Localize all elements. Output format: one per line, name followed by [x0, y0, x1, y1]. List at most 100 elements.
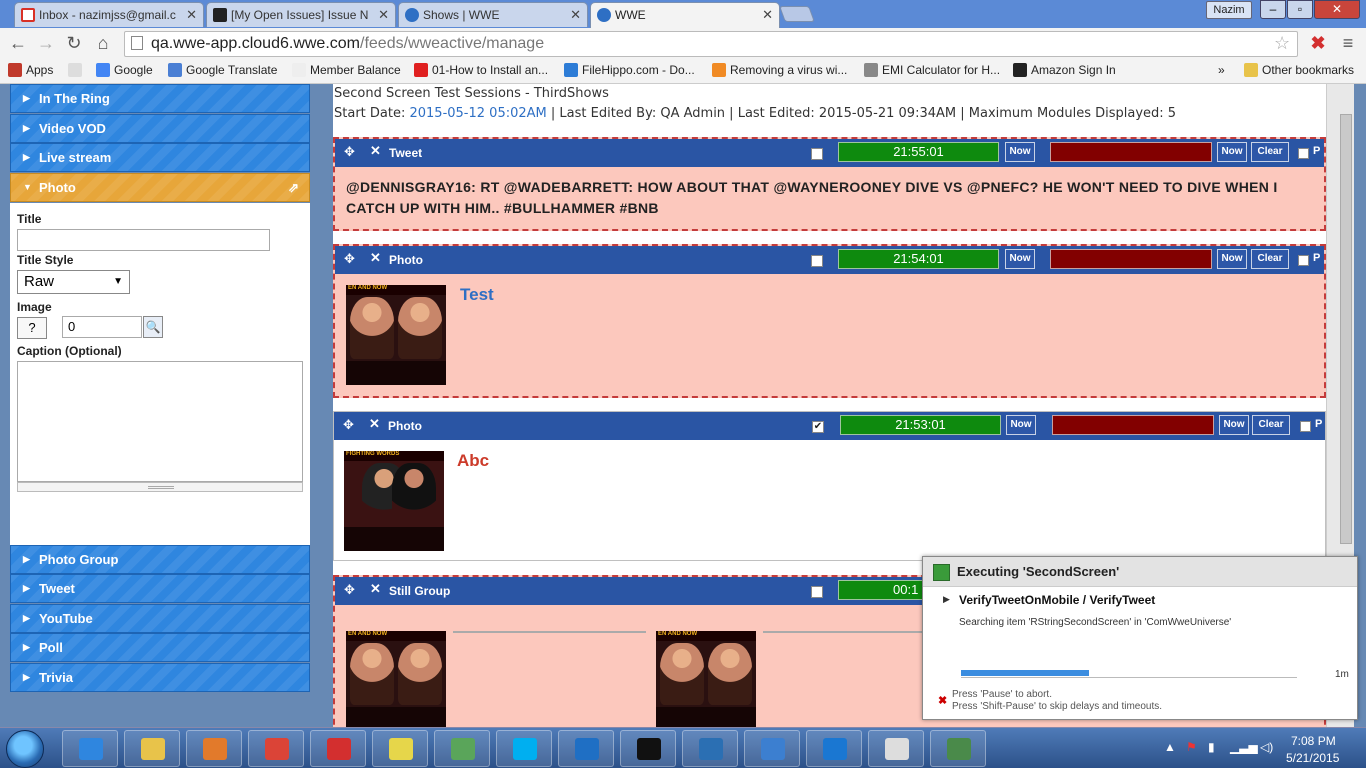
window-close-button[interactable]: ✕ — [1314, 0, 1360, 19]
move-icon[interactable]: ✥ — [344, 582, 355, 598]
home-icon[interactable]: ⌂ — [91, 32, 115, 56]
sidebar-item-poll[interactable]: ▶ Poll — [10, 633, 310, 662]
bookmark-virus[interactable]: Removing a virus wi... — [712, 63, 847, 77]
start-button[interactable] — [6, 730, 44, 768]
reload-icon[interactable]: ↻ — [62, 32, 86, 56]
p-checkbox[interactable] — [1300, 421, 1311, 432]
close-icon[interactable]: ✕ — [186, 7, 197, 23]
bookmark-emi[interactable]: EMI Calculator for H... — [864, 63, 1000, 77]
sidebar-item-youtube[interactable]: ▶ YouTube — [10, 604, 310, 633]
end-now-button[interactable]: Now — [1217, 249, 1247, 269]
back-icon[interactable]: ← — [6, 32, 30, 56]
taskbar-app-tool[interactable] — [310, 730, 366, 767]
taskbar-app-device[interactable] — [744, 730, 800, 767]
caption-textarea[interactable] — [17, 361, 303, 482]
remove-icon[interactable]: ✕ — [370, 143, 381, 159]
tab-shows[interactable]: Shows | WWE ✕ — [398, 2, 588, 27]
sidebar-item-tweet[interactable]: ▶ Tweet — [10, 574, 310, 603]
bookmark-youtube[interactable]: 01-How to Install an... — [414, 63, 548, 77]
resize-handle[interactable] — [17, 482, 303, 492]
bookmark-amazon[interactable]: Amazon Sign In — [1013, 63, 1116, 77]
taskbar-app-explorer[interactable] — [124, 730, 180, 767]
taskbar-app-cmd[interactable] — [620, 730, 676, 767]
taskbar-app-skype[interactable] — [496, 730, 552, 767]
tab-gmail[interactable]: Inbox - nazimjss@gmail.c ✕ — [14, 2, 204, 27]
taskbar-app-media[interactable] — [186, 730, 242, 767]
image-help-button[interactable]: ? — [17, 317, 47, 339]
move-icon[interactable]: ✥ — [344, 251, 355, 267]
module-checkbox[interactable] — [811, 586, 823, 598]
title-style-select[interactable]: Raw ▼ — [17, 270, 130, 294]
taskbar-app-ie[interactable] — [62, 730, 118, 767]
start-now-button[interactable]: Now — [1005, 249, 1035, 269]
module-checkbox[interactable] — [811, 148, 823, 160]
clock-date[interactable]: 5/21/2015 — [1286, 751, 1339, 765]
address-bar[interactable]: qa.wwe-app.cloud6.wwe.com/feeds/wweactiv… — [124, 31, 1298, 57]
minimize-button[interactable]: – — [1260, 0, 1286, 19]
flag-icon[interactable]: ⚑ — [1186, 740, 1197, 754]
sidebar-item-photo[interactable]: ▼ Photo ⇗ — [10, 173, 310, 202]
tray-expand-icon[interactable]: ▲ — [1164, 740, 1176, 754]
sidebar-item-photo-group[interactable]: ▶ Photo Group — [10, 545, 310, 574]
clear-button[interactable]: Clear — [1251, 142, 1289, 162]
start-now-button[interactable]: Now — [1006, 415, 1036, 435]
start-time-field[interactable]: 21:53:01 — [840, 415, 1001, 435]
taskbar-app-notes[interactable] — [372, 730, 428, 767]
user-profile-button[interactable]: Nazim — [1206, 1, 1252, 19]
menu-icon[interactable]: ≡ — [1336, 32, 1360, 56]
sidebar-item-video-vod[interactable]: ▶ Video VOD — [10, 114, 310, 143]
scrollbar-thumb[interactable] — [1340, 114, 1352, 544]
remove-icon[interactable]: ✕ — [370, 581, 381, 597]
bookmark-blank[interactable] — [68, 63, 86, 77]
move-icon[interactable]: ✥ — [343, 417, 354, 433]
clock-time[interactable]: 7:08 PM — [1291, 734, 1336, 748]
sidebar-item-trivia[interactable]: ▶ Trivia — [10, 663, 310, 692]
taskbar-app-outlook[interactable] — [558, 730, 614, 767]
p-checkbox[interactable] — [1298, 255, 1309, 266]
photo-thumbnail[interactable]: EN AND NOW — [656, 631, 756, 727]
close-icon[interactable]: ✕ — [570, 7, 581, 23]
bookmarks-overflow-icon[interactable]: » — [1218, 63, 1225, 77]
photo-title[interactable]: Abc — [457, 451, 489, 471]
p-checkbox[interactable] — [1298, 148, 1309, 159]
volume-icon[interactable]: ◁) — [1260, 740, 1273, 754]
bookmark-filehippo[interactable]: FileHippo.com - Do... — [564, 63, 695, 77]
close-icon[interactable]: ✕ — [378, 7, 389, 23]
taskbar-app-chrome[interactable] — [248, 730, 304, 767]
bookmark-google[interactable]: Google — [96, 63, 153, 77]
sidebar-item-live-stream[interactable]: ▶ Live stream — [10, 143, 310, 172]
remove-icon[interactable]: ✕ — [369, 416, 380, 432]
photo-thumbnail[interactable]: FIGHTING WORDS — [344, 451, 444, 551]
move-icon[interactable]: ✥ — [344, 144, 355, 160]
search-icon[interactable]: 🔍 — [143, 316, 163, 338]
taskbar-app-search[interactable] — [682, 730, 738, 767]
end-time-field[interactable] — [1050, 142, 1212, 162]
start-date-value[interactable]: 2015-05-12 05:02AM — [409, 106, 546, 121]
tab-issues[interactable]: [My Open Issues] Issue N ✕ — [206, 2, 396, 27]
sidebar-item-in-the-ring[interactable]: ▶ In The Ring — [10, 84, 310, 113]
share-icon[interactable]: ⇗ — [288, 174, 299, 201]
taskbar-app-editor[interactable] — [434, 730, 490, 767]
close-icon[interactable]: ✕ — [762, 7, 773, 23]
start-time-field[interactable]: 21:55:01 — [838, 142, 999, 162]
start-time-field[interactable]: 21:54:01 — [838, 249, 999, 269]
bookmark-google-translate[interactable]: Google Translate — [168, 63, 277, 77]
photo-title[interactable]: Test — [460, 285, 494, 305]
new-tab-button[interactable] — [779, 6, 815, 22]
taskbar-app-slides[interactable] — [930, 730, 986, 767]
taskbar-app-ranorex[interactable] — [868, 730, 924, 767]
tab-wwe[interactable]: WWE ✕ — [590, 2, 780, 28]
end-now-button[interactable]: Now — [1217, 142, 1247, 162]
bookmark-apps[interactable]: Apps — [8, 63, 53, 77]
bookmark-member-balance[interactable]: Member Balance — [292, 63, 401, 77]
network-icon[interactable]: ▮ — [1208, 740, 1215, 754]
other-bookmarks[interactable]: Other bookmarks — [1244, 63, 1354, 77]
signal-icon[interactable]: ▁▃▅ — [1230, 740, 1258, 754]
end-time-field[interactable] — [1052, 415, 1214, 435]
forward-icon[interactable]: → — [34, 32, 58, 56]
end-now-button[interactable]: Now — [1219, 415, 1249, 435]
remove-icon[interactable]: ✕ — [370, 250, 381, 266]
extension-icon[interactable]: ✖ — [1306, 32, 1330, 56]
maximize-button[interactable]: ▫ — [1287, 0, 1313, 19]
title-input[interactable] — [17, 229, 270, 251]
